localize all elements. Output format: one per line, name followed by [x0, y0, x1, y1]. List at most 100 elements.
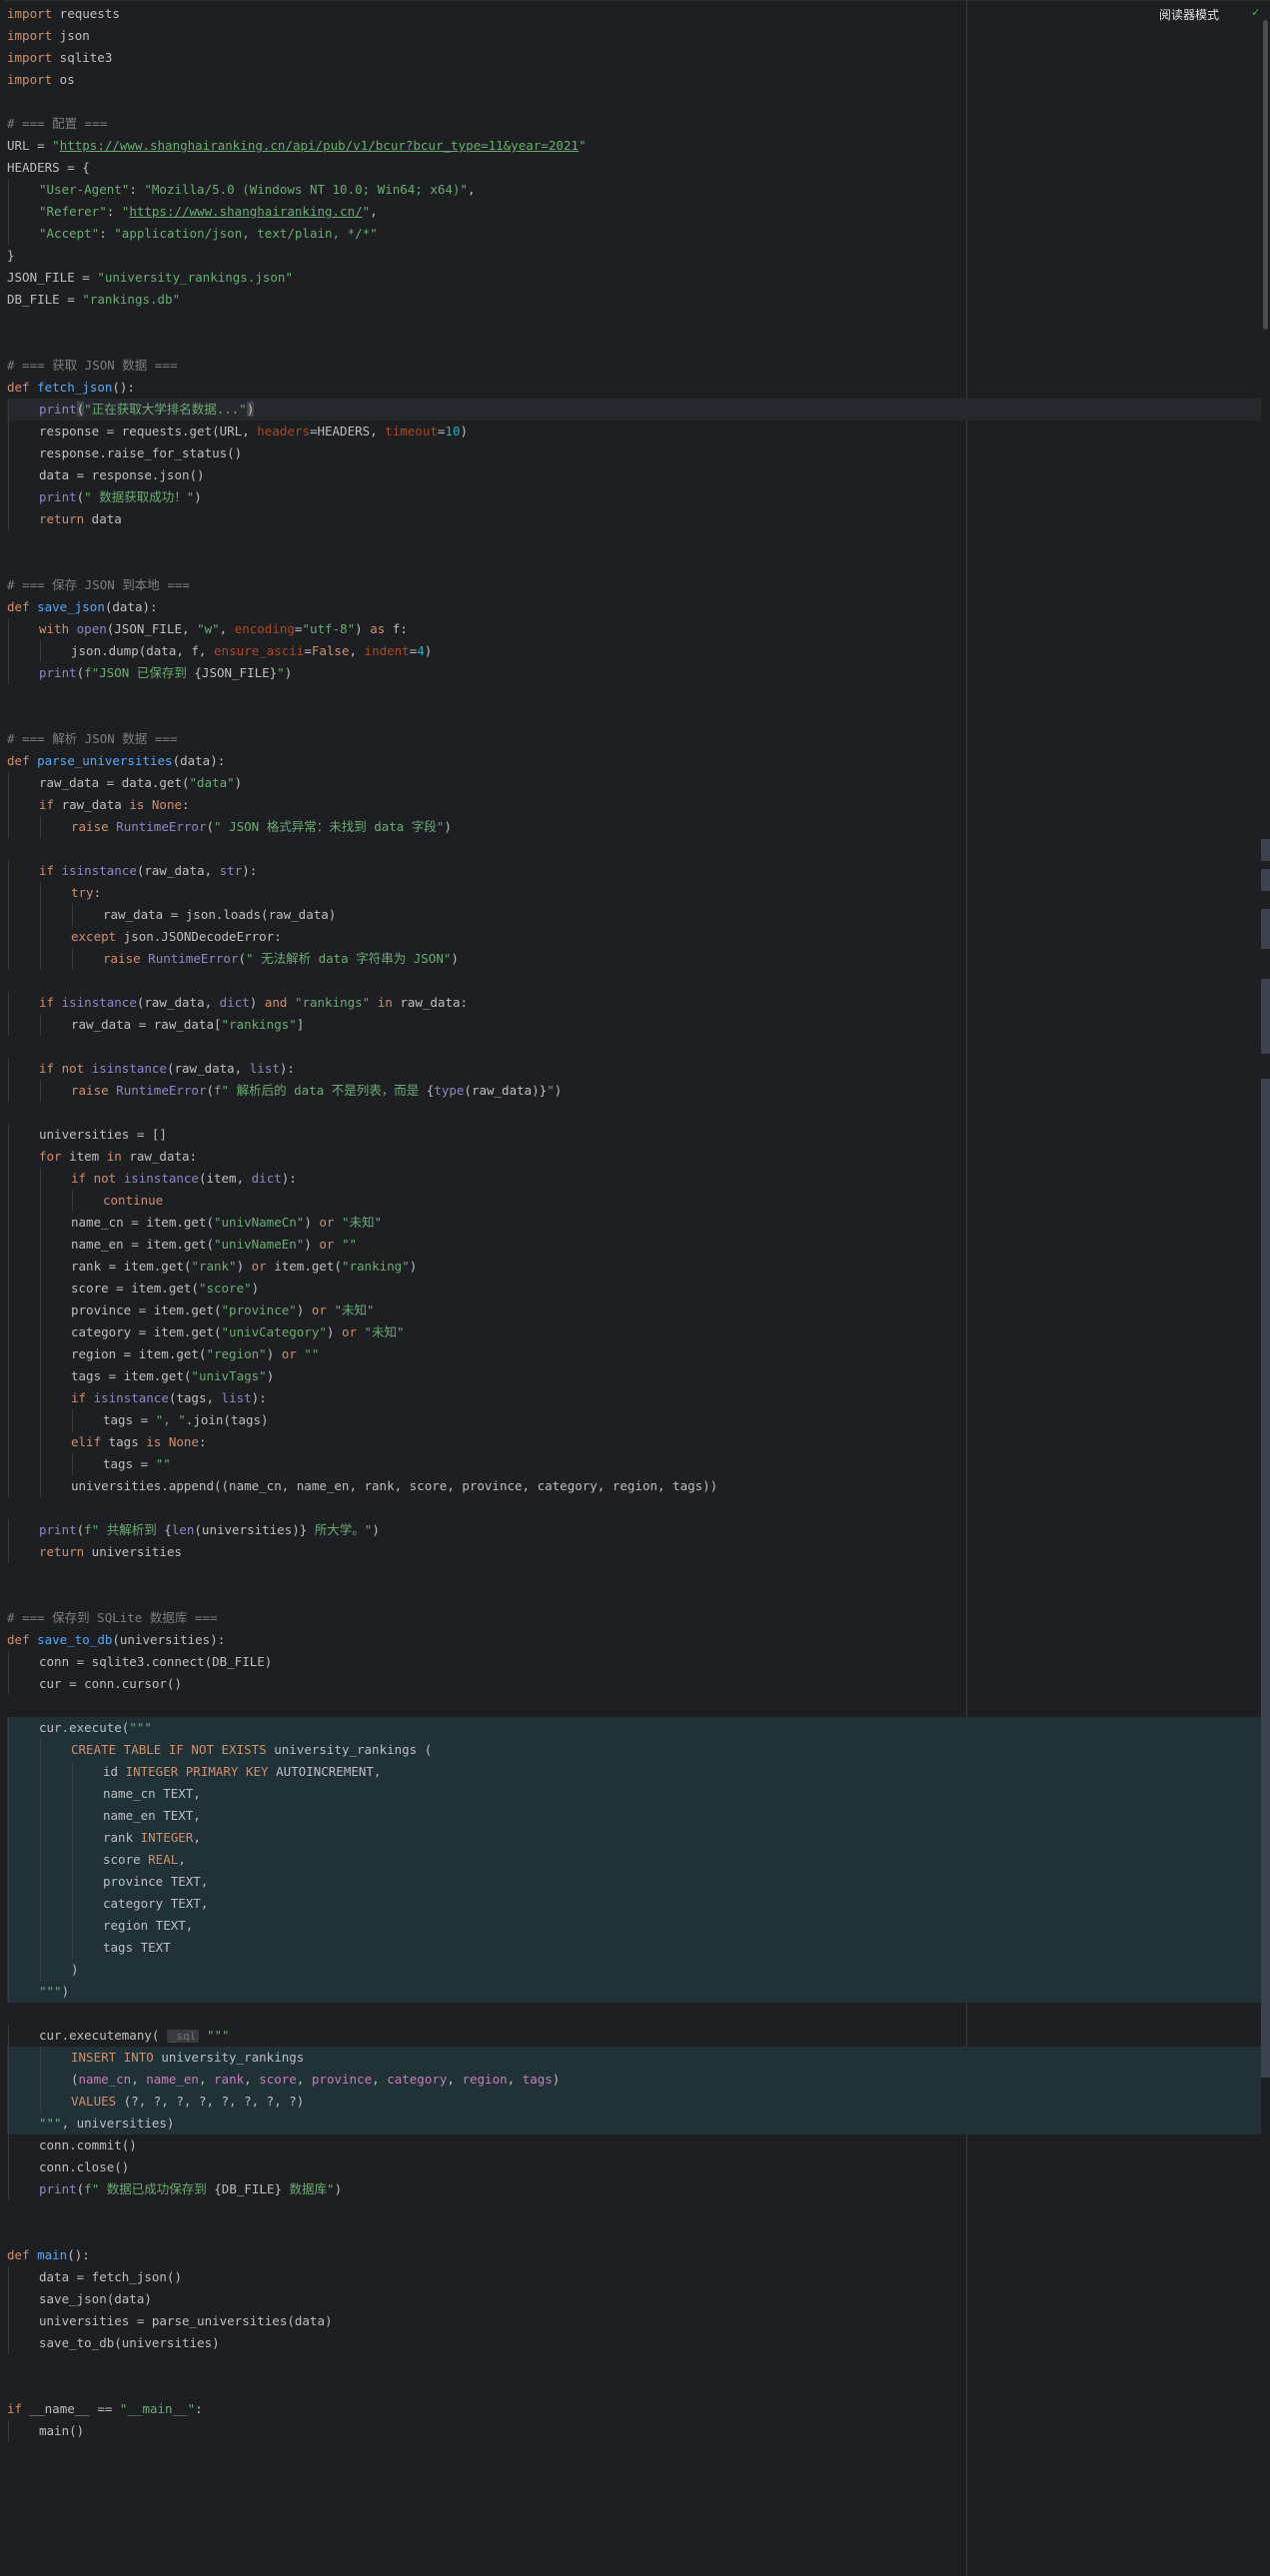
code-line[interactable]: continue	[7, 1190, 1261, 1212]
code-line[interactable]: response.raise_for_status()	[7, 442, 1261, 464]
code-line[interactable]: import requests	[7, 3, 1261, 25]
code-line[interactable]: # === 保存 JSON 到本地 ===	[7, 574, 1261, 596]
code-line[interactable]: import json	[7, 25, 1261, 47]
code-line[interactable]: # === 解析 JSON 数据 ===	[7, 728, 1261, 750]
code-line[interactable]: if __name__ == "__main__":	[7, 2398, 1261, 2420]
code-line[interactable]: }	[7, 245, 1261, 267]
code-line[interactable]: HEADERS = {	[7, 157, 1261, 179]
code-line[interactable]: raise RuntimeError(" 无法解析 data 字符串为 JSON…	[7, 948, 1261, 970]
code-line[interactable]: conn = sqlite3.connect(DB_FILE)	[7, 1651, 1261, 1673]
code-line[interactable]: score REAL,	[7, 1849, 1261, 1871]
code-line[interactable]: print(f" 共解析到 {len(universities)} 所大学。")	[7, 1519, 1261, 1541]
code-line[interactable]: id INTEGER PRIMARY KEY AUTOINCREMENT,	[7, 1761, 1261, 1783]
code-line[interactable]: print(f"JSON 已保存到 {JSON_FILE}")	[7, 662, 1261, 684]
code-line[interactable]	[7, 91, 1261, 113]
code-line[interactable]: conn.commit()	[7, 2135, 1261, 2156]
code-line[interactable]	[7, 2003, 1261, 2025]
code-line[interactable]	[7, 970, 1261, 992]
code-line[interactable]: rank INTEGER,	[7, 1827, 1261, 1849]
code-line[interactable]: "Accept": "application/json, text/plain,…	[7, 223, 1261, 245]
code-line[interactable]	[7, 1585, 1261, 1607]
code-line[interactable]	[7, 1036, 1261, 1058]
code-line[interactable]: conn.close()	[7, 2156, 1261, 2178]
code-line[interactable]: # === 配置 ===	[7, 113, 1261, 135]
code-line[interactable]: cur.execute("""	[7, 1717, 1261, 1739]
code-line[interactable]: "Referer": "https://www.shanghairanking.…	[7, 201, 1261, 223]
code-line[interactable]: def parse_universities(data):	[7, 750, 1261, 772]
code-line[interactable]: json.dump(data, f, ensure_ascii=False, i…	[7, 640, 1261, 662]
code-line[interactable]: data = fetch_json()	[7, 2266, 1261, 2288]
code-line[interactable]: print(f" 数据已成功保存到 {DB_FILE} 数据库")	[7, 2178, 1261, 2200]
code-line[interactable]: cur.executemany( _sql """	[7, 2025, 1261, 2047]
code-line[interactable]: with open(JSON_FILE, "w", encoding="utf-…	[7, 618, 1261, 640]
code-line[interactable]: raw_data = json.loads(raw_data)	[7, 904, 1261, 926]
code-line[interactable]: # === 获取 JSON 数据 ===	[7, 355, 1261, 377]
code-line[interactable]: raise RuntimeError(" JSON 格式异常：未找到 data …	[7, 816, 1261, 838]
code-line[interactable]: raw_data = raw_data["rankings"]	[7, 1014, 1261, 1036]
code-line[interactable]: if isinstance(raw_data, str):	[7, 860, 1261, 882]
code-line[interactable]: """)	[7, 1981, 1261, 2003]
code-line[interactable]: (name_cn, name_en, rank, score, province…	[7, 2069, 1261, 2091]
code-line[interactable]: import sqlite3	[7, 47, 1261, 69]
code-line[interactable]: def fetch_json():	[7, 377, 1261, 399]
code-line[interactable]: raw_data = data.get("data")	[7, 772, 1261, 794]
code-line[interactable]: province = item.get("province") or "未知"	[7, 1299, 1261, 1321]
code-line[interactable]: universities = []	[7, 1124, 1261, 1146]
code-line[interactable]: import os	[7, 69, 1261, 91]
code-line[interactable]	[7, 530, 1261, 552]
code-line[interactable]: universities.append((name_cn, name_en, r…	[7, 1475, 1261, 1497]
code-line[interactable]: """, universities)	[7, 2113, 1261, 2135]
code-line[interactable]: rank = item.get("rank") or item.get("ran…	[7, 1256, 1261, 1278]
code-line[interactable]: if not isinstance(item, dict):	[7, 1168, 1261, 1190]
code-line[interactable]: URL = "https://www.shanghairanking.cn/ap…	[7, 135, 1261, 157]
scrollbar-thumb[interactable]	[1263, 20, 1268, 330]
code-line[interactable]: region = item.get("region") or ""	[7, 1343, 1261, 1365]
code-line[interactable]: raise RuntimeError(f" 解析后的 data 不是列表，而是 …	[7, 1080, 1261, 1102]
code-line[interactable]: elif tags is None:	[7, 1431, 1261, 1453]
code-line[interactable]: save_to_db(universities)	[7, 2332, 1261, 2354]
code-line[interactable]: return universities	[7, 1541, 1261, 1563]
code-line[interactable]: response = requests.get(URL, headers=HEA…	[7, 421, 1261, 442]
code-line[interactable]: name_en TEXT,	[7, 1805, 1261, 1827]
code-line[interactable]: if isinstance(raw_data, dict) and "ranki…	[7, 992, 1261, 1014]
code-editor[interactable]: import requests import json import sqlite3…	[0, 0, 1270, 2576]
code-line[interactable]	[7, 1102, 1261, 1124]
code-line[interactable]: print("正在获取大学排名数据...")	[7, 399, 1261, 421]
code-line[interactable]: category = item.get("univCategory") or "…	[7, 1321, 1261, 1343]
code-line[interactable]: INSERT INTO university_rankings	[7, 2047, 1261, 2069]
code-line[interactable]: tags TEXT	[7, 1937, 1261, 1959]
code-line[interactable]: def save_json(data):	[7, 596, 1261, 618]
code-line[interactable]: return data	[7, 508, 1261, 530]
code-line[interactable]: save_json(data)	[7, 2288, 1261, 2310]
code-line[interactable]: tags = item.get("univTags")	[7, 1365, 1261, 1387]
code-line[interactable]: universities = parse_universities(data)	[7, 2310, 1261, 2332]
code-line[interactable]	[7, 333, 1261, 355]
code-line[interactable]: tags = ""	[7, 1453, 1261, 1475]
code-line[interactable]: name_cn = item.get("univNameCn") or "未知"	[7, 1212, 1261, 1234]
code-line[interactable]: if raw_data is None:	[7, 794, 1261, 816]
code-line[interactable]: JSON_FILE = "university_rankings.json"	[7, 267, 1261, 289]
code-line[interactable]	[7, 1695, 1261, 1717]
code-line[interactable]: name_en = item.get("univNameEn") or ""	[7, 1234, 1261, 1256]
code-line[interactable]	[7, 684, 1261, 706]
code-line[interactable]: def save_to_db(universities):	[7, 1629, 1261, 1651]
code-line[interactable]	[7, 2200, 1261, 2222]
code-line[interactable]	[7, 2222, 1261, 2244]
reader-mode-button[interactable]: 阅读器模式	[1159, 6, 1219, 23]
code-line[interactable]: cur = conn.cursor()	[7, 1673, 1261, 1695]
code-line[interactable]: print(" 数据获取成功！")	[7, 486, 1261, 508]
code-line[interactable]: province TEXT,	[7, 1871, 1261, 1893]
code-line[interactable]: name_cn TEXT,	[7, 1783, 1261, 1805]
code-line[interactable]: try:	[7, 882, 1261, 904]
code-line[interactable]: except json.JSONDecodeError:	[7, 926, 1261, 948]
code-line[interactable]: )	[7, 1959, 1261, 1981]
code-line[interactable]: region TEXT,	[7, 1915, 1261, 1937]
code-line[interactable]: VALUES (?, ?, ?, ?, ?, ?, ?, ?)	[7, 2091, 1261, 2113]
code-line[interactable]: category TEXT,	[7, 1893, 1261, 1915]
code-line[interactable]: score = item.get("score")	[7, 1278, 1261, 1299]
code-line[interactable]	[7, 311, 1261, 333]
code-line[interactable]	[7, 706, 1261, 728]
code-line[interactable]: def main():	[7, 2244, 1261, 2266]
code-line[interactable]	[7, 1497, 1261, 1519]
code-line[interactable]: # === 保存到 SQLite 数据库 ===	[7, 1607, 1261, 1629]
